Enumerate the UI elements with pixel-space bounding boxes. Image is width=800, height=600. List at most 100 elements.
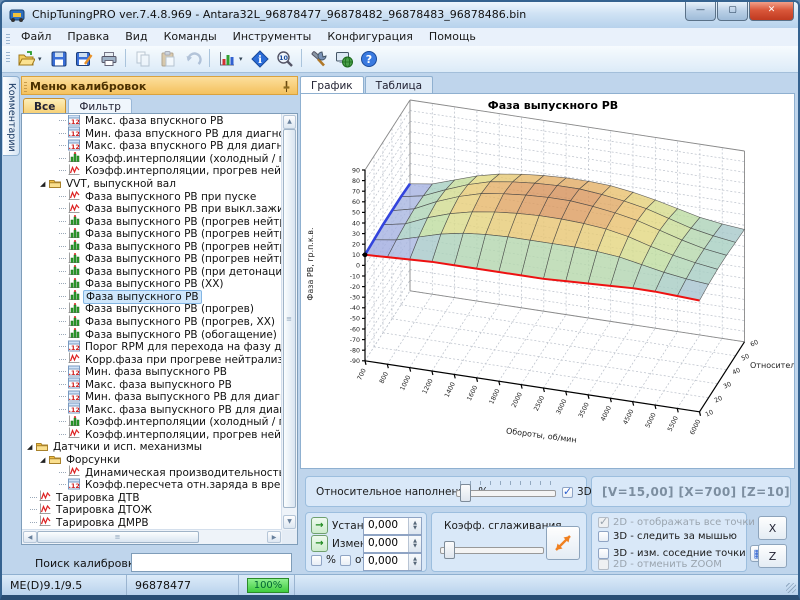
tree-item[interactable]: Тарировка ДТВ — [23, 491, 281, 504]
menu-файл[interactable]: Файл — [13, 28, 59, 43]
tree-item[interactable]: Фаза выпускного РВ (прогрев нейтрал., ХХ… — [23, 253, 281, 266]
tree-item[interactable]: .12Порог RPM для перехода на фазу для ре… — [23, 341, 281, 354]
open-dropdown-icon[interactable]: ▾ — [38, 55, 46, 63]
title-bar[interactable]: ChipTuningPRO ver.7.4.8.969 - Antara32L_… — [2, 2, 798, 29]
tree-item[interactable]: Коэфф.интерполяции (холодный / горячий ) — [23, 416, 281, 429]
menu-помощь[interactable]: Помощь — [421, 28, 484, 43]
tree-item[interactable]: Фаза выпускного РВ (прогрев) — [23, 303, 281, 316]
tools-button[interactable] — [306, 47, 331, 70]
view-tab-график[interactable]: График — [300, 76, 364, 94]
z-axis-button[interactable]: Z — [758, 544, 787, 568]
tab-comments-collapsed[interactable]: Комментарии — [3, 76, 20, 156]
panel-header[interactable]: Меню калибровок — [21, 76, 298, 95]
tree-item[interactable]: Динамическая производительность — [23, 466, 281, 479]
menu-конфигурация[interactable]: Конфигурация — [319, 28, 421, 43]
apply-set-button[interactable]: → — [311, 517, 328, 534]
percent-checkbox[interactable] — [311, 555, 322, 566]
scroll-down-icon[interactable]: ▼ — [283, 515, 296, 529]
save-as-button[interactable] — [71, 47, 96, 70]
tree-item[interactable]: Фаза выпускного РВ (прогрев нейтрал., хо… — [23, 228, 281, 241]
load-slider[interactable] — [456, 484, 556, 500]
menu-команды[interactable]: Команды — [156, 28, 225, 43]
expand-arrow-icon[interactable]: ◢ — [40, 456, 49, 464]
minimize-button[interactable]: — — [685, 2, 716, 21]
tree-horizontal-scrollbar[interactable]: ◀ ≡ ▶ — [22, 529, 282, 544]
expand-arrow-icon[interactable]: ◢ — [27, 443, 36, 451]
view-option-checkbox[interactable] — [598, 517, 609, 528]
network-button[interactable] — [331, 47, 356, 70]
resize-grip[interactable] — [786, 583, 796, 593]
3d-checkbox[interactable] — [562, 487, 573, 498]
tree-item[interactable]: .12Мин. фаза впускного РВ для диагностик… — [23, 128, 281, 141]
chart-dropdown-icon[interactable]: ▾ — [239, 55, 247, 63]
tree-item[interactable]: Корр.фаза при прогреве нейтрализатора — [23, 353, 281, 366]
x-axis-button[interactable]: X — [758, 516, 787, 540]
info-button[interactable]: i — [247, 47, 272, 70]
tree-item[interactable]: Фаза выпускного РВ при пуске — [23, 190, 281, 203]
view-option-checkbox[interactable] — [598, 531, 609, 542]
slider-thumb[interactable] — [460, 484, 471, 502]
undo-button[interactable] — [180, 47, 205, 70]
tree-folder[interactable]: ◢Датчики и исп. механизмы — [23, 441, 281, 454]
expand-arrow-icon[interactable]: ◢ — [40, 180, 49, 188]
tree-item[interactable]: Тарировка ДТОЖ — [23, 504, 281, 517]
tree-item[interactable]: .12Мин. фаза выпускного РВ для диагности… — [23, 391, 281, 404]
tree-item[interactable]: Фаза выпускного РВ (прогрев нейтрал., ХХ… — [23, 240, 281, 253]
tree-folder[interactable]: ◢Форсунки — [23, 454, 281, 467]
save-button[interactable] — [46, 47, 71, 70]
tree-item[interactable]: .12Макс. фаза впускного РВ для диагности… — [23, 140, 281, 153]
change-value-spinner[interactable]: 0,000 ▲▼ — [363, 535, 422, 553]
relative-value-spinner[interactable]: 0,000 ▲▼ — [363, 553, 422, 571]
smoothing-slider[interactable] — [440, 541, 544, 557]
tree-item[interactable]: .12Макс. фаза выпускного РВ — [23, 378, 281, 391]
tree-item[interactable]: Коэфф.интерполяции, прогрев нейтр. (холо… — [23, 429, 281, 442]
spinner-arrows-icon[interactable]: ▲▼ — [408, 554, 421, 570]
open-button[interactable] — [13, 47, 38, 70]
smoothing-apply-button[interactable] — [546, 526, 580, 560]
tree-vertical-scrollbar[interactable]: ▲ ≡ ▼ — [281, 114, 297, 530]
copy-button[interactable] — [130, 47, 155, 70]
tree-item[interactable]: Фаза выпускного РВ (ХХ) — [23, 278, 281, 291]
paste-button[interactable] — [155, 47, 180, 70]
close-button[interactable]: ✕ — [749, 2, 794, 21]
vertical-scroll-thumb[interactable]: ≡ — [283, 129, 296, 508]
slider-track[interactable] — [456, 490, 556, 497]
menu-вид[interactable]: Вид — [117, 28, 155, 43]
tree-item[interactable]: Фаза выпускного РВ (прогрев, ХХ) — [23, 316, 281, 329]
view-option-checkbox[interactable] — [598, 559, 609, 570]
surface-chart[interactable]: -90-80-70-60-50-40-30-20-100102030405060… — [301, 94, 794, 468]
menu-инструменты[interactable]: Инструменты — [225, 28, 320, 43]
tree-item[interactable]: .12Мин. фаза выпускного РВ — [23, 366, 281, 379]
tree-item[interactable]: Тарировка ДМРВ — [23, 517, 281, 530]
tree-item[interactable]: .12Макс. фаза выпускного РВ для диагност… — [23, 404, 281, 417]
tree-item[interactable]: Фаза выпускного РВ при выкл.зажигания — [23, 203, 281, 216]
tree-folder[interactable]: ◢VVT, выпускной вал — [23, 178, 281, 191]
tree-item[interactable]: Фаза выпускного РВ (обогащение) — [23, 328, 281, 341]
spinner-arrows-icon[interactable]: ▲▼ — [408, 518, 421, 534]
tree-item[interactable]: .12Макс. фаза впускного РВ — [23, 115, 281, 128]
tree-item[interactable]: Коэфф.интерполяции (холодный / горячий ) — [23, 153, 281, 166]
search-input[interactable] — [131, 553, 292, 572]
scroll-up-icon[interactable]: ▲ — [283, 115, 296, 129]
maximize-button[interactable]: ▢ — [717, 2, 748, 21]
scroll-left-icon[interactable]: ◀ — [23, 531, 37, 543]
view-tab-таблица[interactable]: Таблица — [365, 76, 433, 94]
tree-item[interactable]: .12Коэфф.пересчета отн.заряда в время вп… — [23, 479, 281, 492]
set-value-spinner[interactable]: 0,000 ▲▼ — [363, 517, 422, 535]
slider-track[interactable] — [440, 547, 544, 554]
tree-item[interactable]: Коэфф.интерполяции, прогрев нейтр. (холо… — [23, 165, 281, 178]
pin-icon[interactable] — [282, 80, 291, 93]
tree-item[interactable]: Фаза выпускного РВ (при детонации) — [23, 266, 281, 279]
scroll-right-icon[interactable]: ▶ — [267, 531, 281, 543]
menu-правка[interactable]: Правка — [59, 28, 117, 43]
view-option-checkbox[interactable] — [598, 548, 609, 559]
slider-thumb[interactable] — [444, 541, 455, 559]
relative-checkbox[interactable] — [340, 555, 351, 566]
horizontal-scroll-thumb[interactable]: ≡ — [37, 531, 199, 543]
spinner-arrows-icon[interactable]: ▲▼ — [408, 536, 421, 552]
chart-button[interactable] — [214, 47, 239, 70]
print-button[interactable] — [96, 47, 121, 70]
apply-change-button[interactable]: → — [311, 535, 328, 552]
tree-item[interactable]: Фаза выпускного РВ — [23, 291, 281, 304]
tree-item[interactable]: Фаза выпускного РВ (прогрев нейтрализато… — [23, 215, 281, 228]
